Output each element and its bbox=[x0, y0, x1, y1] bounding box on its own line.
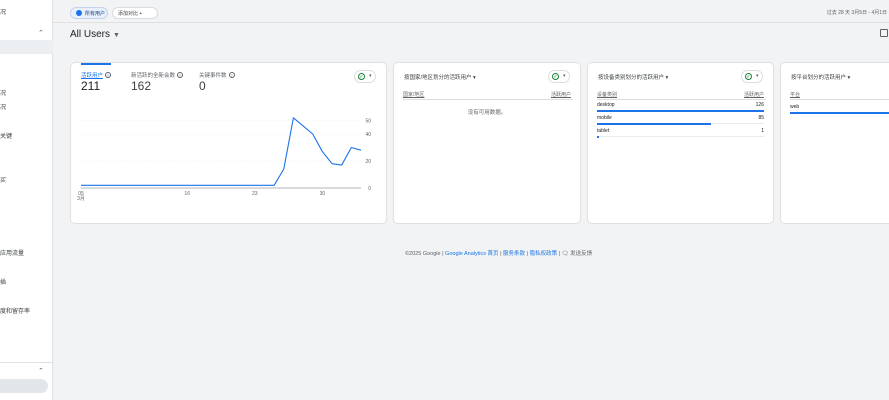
series-line bbox=[81, 117, 362, 186]
audience-chip[interactable]: 所有用户 bbox=[70, 7, 108, 19]
sidebar-top-icon[interactable]: 况 bbox=[0, 7, 6, 16]
y-tick-label: 20 bbox=[365, 159, 371, 165]
dropdown-icon: ▾ bbox=[563, 73, 566, 79]
card-title[interactable]: 按平台划分的活跃用户 ▾ bbox=[791, 73, 850, 81]
row-label: tablet bbox=[597, 128, 610, 134]
header-divider bbox=[790, 99, 889, 100]
audience-dot-icon bbox=[76, 9, 82, 16]
column-header-platform[interactable]: 平台 bbox=[790, 91, 800, 98]
audience-chip-label: 所有用户 bbox=[85, 11, 106, 17]
chevron-up-icon-2[interactable]: ⌃ bbox=[38, 367, 44, 375]
sidebar-item-app-traffic[interactable]: 应用流量 bbox=[0, 248, 24, 257]
table-row: web bbox=[790, 103, 889, 116]
table-row: mobile 85 bbox=[597, 114, 764, 127]
audience-label: All Users bbox=[70, 29, 111, 40]
sidebar-item-plugin[interactable]: 插 bbox=[0, 277, 6, 286]
x-tick-label: 30 bbox=[320, 191, 326, 197]
card-title[interactable]: 按设备类别划分的活跃用户 ▾ bbox=[598, 73, 668, 81]
sidebar-selected-item[interactable] bbox=[0, 379, 48, 393]
row-bar-track bbox=[597, 136, 764, 137]
row-value: 85 bbox=[758, 115, 764, 121]
device-card: 按设备类别划分的活跃用户 ▾ ✓ ▾ 设备类别 活跃用户 desktop 126 m… bbox=[587, 62, 774, 224]
footer-link-home[interactable]: Google Analytics 首页 bbox=[445, 251, 499, 257]
y-tick-label: 0 bbox=[368, 186, 371, 192]
overview-card: 活跃用户? 211 新活跃的全新会数? 162 关键事件数? 0 ✓ ▾ 50 4… bbox=[70, 62, 387, 224]
top-divider bbox=[53, 22, 889, 23]
footer-copyright: ©2025 Google | bbox=[405, 251, 446, 257]
sidebar-item-buy[interactable]: 买 bbox=[0, 175, 6, 184]
y-tick-label: 50 bbox=[365, 119, 371, 125]
status-button[interactable]: ✓ ▾ bbox=[741, 70, 763, 83]
x-tick-label: 23 bbox=[252, 191, 258, 197]
date-range[interactable]: 过去 28 天 3月5日 - 4月1日 bbox=[827, 9, 887, 16]
dropdown-icon: ▾ bbox=[756, 73, 759, 79]
header-divider bbox=[597, 99, 766, 100]
row-label: web bbox=[790, 104, 800, 110]
sidebar-item-retention[interactable]: 度和留存率 bbox=[0, 306, 30, 315]
check-circle-icon: ✓ bbox=[745, 73, 752, 80]
sidebar: 况 ⌃ 况 况 关键 买 应用流量 插 度和留存率 ⌃ bbox=[0, 0, 53, 400]
footer: ©2025 Google | Google Analytics 首页 | 服务条… bbox=[405, 249, 592, 257]
column-header-active-users[interactable]: 活跃用户 bbox=[551, 91, 571, 98]
row-value: 126 bbox=[755, 102, 764, 108]
row-bar-fill bbox=[597, 136, 599, 138]
x-tick-label: 16 bbox=[184, 191, 190, 197]
card-title[interactable]: 按国家/地区划分的活跃用户 ▾ bbox=[404, 73, 476, 81]
sidebar-item-overview-2[interactable]: 况 bbox=[0, 102, 6, 111]
row-label: desktop bbox=[597, 102, 615, 108]
row-bar-fill bbox=[790, 112, 889, 114]
column-header-device[interactable]: 设备类别 bbox=[597, 91, 617, 98]
footer-feedback[interactable]: | 🗨 发送反馈 bbox=[557, 251, 592, 257]
edit-icon[interactable] bbox=[880, 29, 888, 37]
sidebar-section-band[interactable] bbox=[0, 40, 53, 54]
y-tick-label: 40 bbox=[365, 132, 371, 138]
column-header-active-users[interactable]: 活跃用户 bbox=[744, 91, 764, 98]
top-bar: 所有用户 添加对比 + 过去 28 天 3月5日 - 4月1日 bbox=[53, 0, 889, 22]
row-bar-fill bbox=[597, 110, 764, 112]
table-row: desktop 126 bbox=[597, 101, 764, 114]
platform-card: 按平台划分的活跃用户 ▾ 平台 web bbox=[780, 62, 889, 224]
line-chart: 5040200053月16 23 30 bbox=[77, 117, 371, 202]
sidebar-item-key[interactable]: 关键 bbox=[0, 131, 12, 140]
audience-selector[interactable]: All Users ▼ bbox=[70, 29, 120, 40]
caret-down-icon: ▼ bbox=[113, 32, 120, 39]
check-circle-icon: ✓ bbox=[552, 73, 559, 80]
table-row: tablet 1 bbox=[597, 127, 764, 140]
header-divider bbox=[403, 99, 573, 100]
sidebar-item-overview[interactable]: 况 bbox=[0, 88, 6, 97]
footer-link-terms[interactable]: 服务条款 bbox=[503, 251, 525, 257]
column-header-country[interactable]: 国家/地区 bbox=[403, 91, 424, 98]
no-data-message: 没有可用数据。 bbox=[467, 110, 507, 116]
row-value: 1 bbox=[761, 128, 764, 134]
status-button[interactable]: ✓ ▾ bbox=[548, 70, 570, 83]
row-label: mobile bbox=[597, 115, 612, 121]
chevron-up-icon[interactable]: ⌃ bbox=[38, 29, 44, 37]
footer-link-privacy[interactable]: 隐私权政策 bbox=[530, 251, 558, 257]
x-tick-label: 3月 bbox=[77, 196, 85, 202]
country-card: 按国家/地区划分的活跃用户 ▾ ✓ ▾ 国家/地区 活跃用户 没有可用数据。 bbox=[393, 62, 581, 224]
sidebar-divider bbox=[0, 362, 53, 363]
row-bar-fill bbox=[597, 123, 711, 125]
add-comparison-button[interactable]: 添加对比 + bbox=[112, 7, 158, 19]
